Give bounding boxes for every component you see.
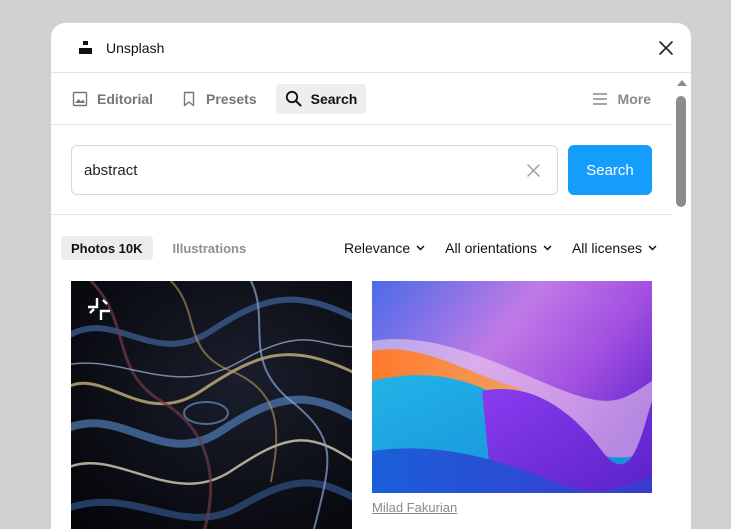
tab-search[interactable]: Search [275,83,367,114]
image-icon [72,91,88,106]
chevron-down-icon [648,245,657,251]
tab-bar: Editorial Presets Search More [51,73,672,125]
result-photo-gradient-waves[interactable] [372,281,652,493]
clear-search-button[interactable] [527,164,540,177]
unsplash-dialog: Unsplash Editorial Presets Search More a… [51,23,691,529]
filter-photos[interactable]: Photos 10K [61,236,153,260]
bookmark-icon [183,91,195,106]
menu-icon [592,93,607,105]
scrollbar-thumb[interactable] [676,96,686,207]
tab-presets-label: Presets [206,90,257,107]
tab-editorial[interactable]: Editorial [63,84,162,114]
chevron-down-icon [416,245,425,251]
more-label: More [617,91,651,107]
search-button[interactable]: Search [568,145,652,195]
more-menu-button[interactable]: More [592,84,651,114]
close-button[interactable] [657,39,675,57]
unsplash-logo-icon [79,40,93,55]
sort-dropdown[interactable]: Relevance [344,240,425,256]
orientation-dropdown-label: All orientations [445,240,537,256]
orientation-dropdown[interactable]: All orientations [445,240,552,256]
app-title: Unsplash [106,39,165,56]
scrollbar[interactable] [672,74,691,529]
license-dropdown[interactable]: All licenses [572,240,657,256]
chevron-down-icon [543,245,552,251]
result-photo-abstract-marble[interactable] [71,281,352,529]
search-icon [285,90,302,107]
filter-dropdowns: Relevance All orientations All licenses [324,240,657,256]
license-dropdown-label: All licenses [571,240,642,256]
close-icon [659,41,673,55]
tab-search-label: Search [310,90,358,107]
sort-dropdown-label: Relevance [343,240,411,256]
search-field[interactable] [71,145,558,195]
unsplash-plus-icon [88,298,110,320]
search-row: Search [71,145,652,195]
scroll-up-arrow-icon[interactable] [677,80,687,86]
photo-gradient-waves [372,281,652,493]
clear-icon [527,164,540,177]
photo-credit-link[interactable]: Milad Fakurian [372,500,457,515]
filter-bar: Photos 10K Illustrations Relevance All o… [61,236,657,260]
titlebar: Unsplash [51,23,691,73]
tab-editorial-label: Editorial [97,90,154,107]
photo-abstract-marble [71,281,352,529]
filter-illustrations[interactable]: Illustrations [163,236,257,260]
search-input[interactable] [84,161,504,179]
tab-presets[interactable]: Presets [172,84,266,114]
divider [51,214,672,215]
